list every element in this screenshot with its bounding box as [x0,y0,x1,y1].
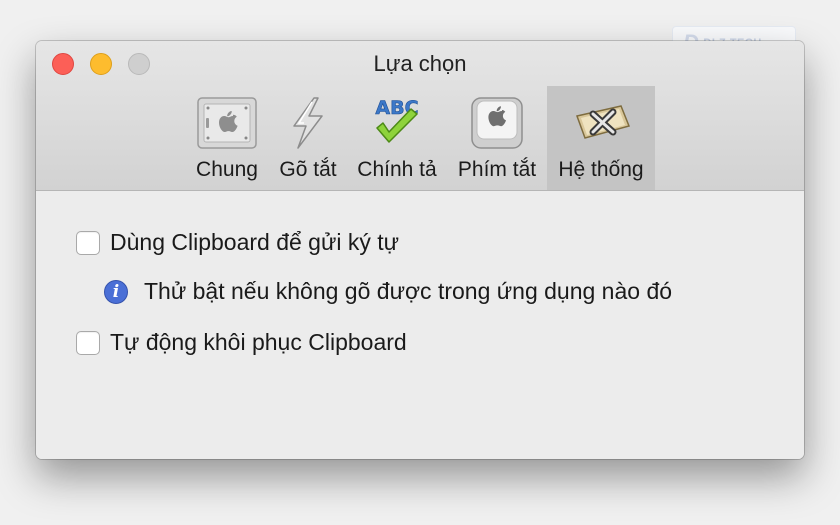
system-settings-panel: Dùng Clipboard để gửi ký tự i Thử bật nế… [36,191,804,459]
clipboard-restore-label[interactable]: Tự động khôi phục Clipboard [110,329,407,356]
lightning-bolt-icon [274,92,342,154]
clipboard-hint-text: Thử bật nếu không gõ được trong ứng dụng… [144,278,673,304]
general-apple-panel-icon [193,92,261,154]
tab-label: Hệ thống [558,158,644,181]
abc-checkmark-icon: ABC [363,92,431,154]
clipboard-restore-checkbox[interactable] [76,330,100,355]
tab-spelling[interactable]: ABC Chính tả [354,86,440,190]
apple-key-icon [463,92,531,154]
tab-general[interactable]: Chung [188,86,266,190]
clipboard-send-label[interactable]: Dùng Clipboard để gửi ký tự [110,229,399,256]
tab-label: Phím tắt [457,158,537,181]
window-title: Lựa chọn [373,51,467,76]
preferences-window: Lựa chọn Chung Gõ tắt ABC Chính tả Phím … [36,41,804,459]
tab-label: Chung [196,158,258,181]
tab-system[interactable]: Hệ thống [547,86,655,190]
tab-label: Gõ tắt [279,158,337,181]
info-icon: i [104,279,128,304]
tab-hotkeys[interactable]: Phím tắt [450,86,544,190]
tab-label: Chính tả [357,158,437,181]
clipboard-send-checkbox[interactable] [76,230,100,255]
tab-shortcut-typing[interactable]: Gõ tắt [272,86,344,190]
title-toolbar: Lựa chọn Chung Gõ tắt ABC Chính tả Phím … [36,41,804,191]
option-clipboard-send[interactable]: Dùng Clipboard để gửi ký tự [76,229,399,256]
option-clipboard-restore[interactable]: Tự động khôi phục Clipboard [76,329,407,356]
clipboard-hint: i Thử bật nếu không gõ được trong ứng dụ… [104,278,672,305]
system-x-tools-icon [567,92,635,154]
